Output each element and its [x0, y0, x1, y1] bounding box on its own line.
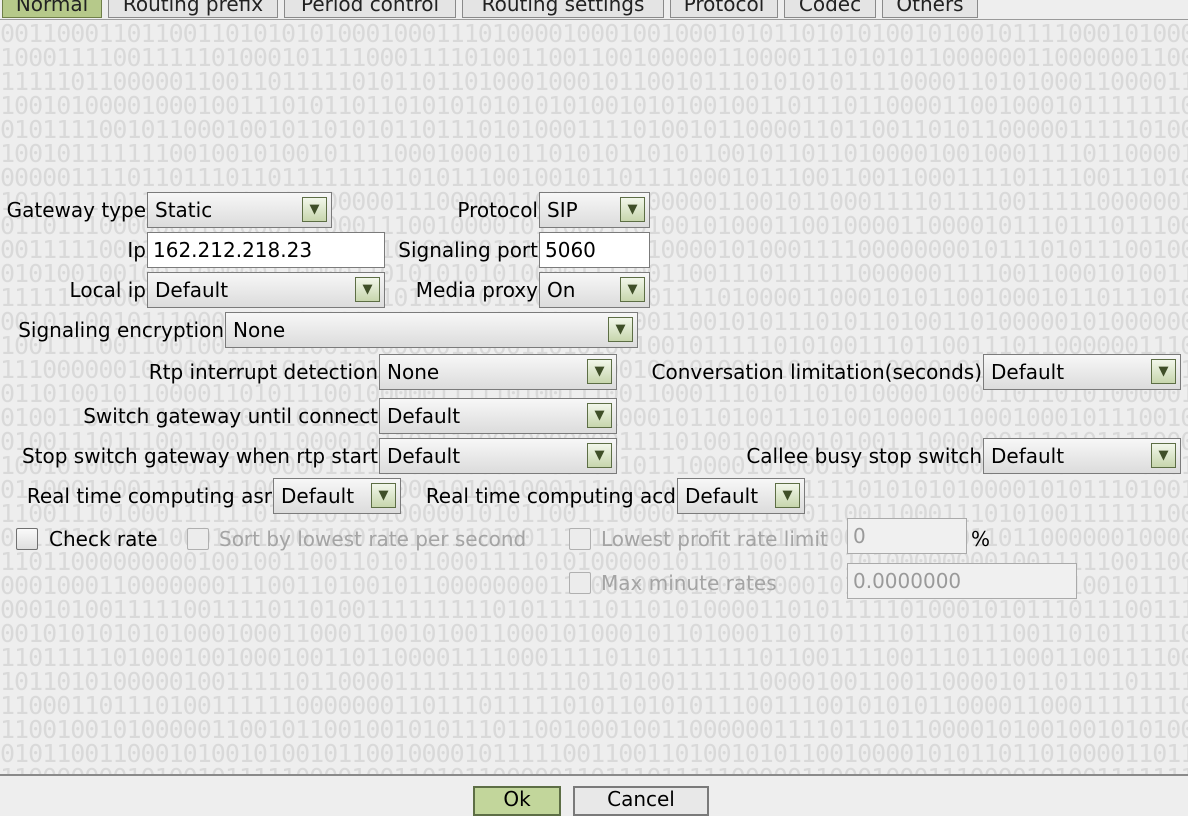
real-time-asr-select[interactable]: Default ▼	[273, 478, 401, 514]
real-time-asr-label: Real time computing asr	[26, 484, 272, 508]
conversation-limitation-select[interactable]: Default ▼	[983, 354, 1181, 390]
max-minute-rates-checkbox[interactable]	[569, 572, 591, 594]
ip-input[interactable]: 162.212.218.23	[147, 232, 385, 268]
signaling-encryption-select[interactable]: None ▼	[225, 312, 638, 348]
gateway-type-select[interactable]: Static ▼	[147, 192, 332, 228]
real-time-acd-select[interactable]: Default ▼	[677, 478, 805, 514]
conversation-limitation-value: Default	[991, 360, 1065, 384]
max-minute-rates-input[interactable]: 0.0000000	[847, 563, 1077, 599]
chevron-down-icon[interactable]: ▼	[371, 483, 396, 508]
media-proxy-value: On	[547, 278, 576, 302]
callee-busy-stop-switch-value: Default	[991, 444, 1065, 468]
real-time-acd-label: Real time computing acd	[425, 484, 676, 508]
real-time-asr-value: Default	[281, 484, 355, 508]
chevron-down-icon[interactable]: ▼	[608, 317, 633, 342]
lowest-profit-rate-limit-label: Lowest profit rate limit	[601, 527, 828, 551]
switch-gateway-until-connect-label: Switch gateway until connect	[83, 404, 378, 428]
tab-period-control[interactable]: Period control	[284, 0, 456, 18]
lowest-profit-rate-limit-checkbox[interactable]	[569, 528, 591, 550]
switch-gateway-until-connect-value: Default	[387, 404, 461, 428]
stop-switch-gateway-select[interactable]: Default ▼	[379, 438, 617, 474]
percent-label: %	[971, 527, 991, 551]
signaling-encryption-label: Signaling encryption	[18, 318, 224, 342]
local-ip-value: Default	[155, 278, 229, 302]
tab-normal[interactable]: Normal	[2, 0, 102, 18]
stop-switch-gateway-label: Stop switch gateway when rtp start	[21, 444, 378, 468]
local-ip-label: Local ip	[69, 278, 146, 302]
max-minute-rates-label: Max minute rates	[601, 571, 777, 595]
sort-by-lowest-rate-label: Sort by lowest rate per second	[219, 527, 527, 551]
signaling-port-input[interactable]: 5060	[539, 232, 650, 268]
signaling-encryption-value: None	[233, 318, 286, 342]
cancel-button[interactable]: Cancel	[573, 786, 709, 816]
protocol-value: SIP	[547, 198, 578, 222]
sort-by-lowest-rate-checkbox[interactable]	[187, 528, 209, 550]
chevron-down-icon[interactable]: ▼	[620, 277, 645, 302]
chevron-down-icon[interactable]: ▼	[1151, 359, 1176, 384]
chevron-down-icon[interactable]: ▼	[620, 197, 645, 222]
tab-routing-prefix[interactable]: Routing prefix	[108, 0, 278, 18]
lowest-profit-rate-input[interactable]: 0	[847, 518, 967, 554]
rtp-interrupt-detection-value: None	[387, 360, 440, 384]
callee-busy-stop-switch-label: Callee busy stop switch	[746, 444, 982, 468]
media-proxy-select[interactable]: On ▼	[539, 272, 650, 308]
chevron-down-icon[interactable]: ▼	[775, 483, 800, 508]
tab-protocol[interactable]: Protocol	[670, 0, 778, 18]
chevron-down-icon[interactable]: ▼	[355, 277, 380, 302]
protocol-label: Protocol	[457, 198, 538, 222]
real-time-acd-value: Default	[685, 484, 759, 508]
chevron-down-icon[interactable]: ▼	[302, 197, 327, 222]
signaling-port-label: Signaling port	[398, 238, 538, 262]
rtp-interrupt-detection-label: Rtp interrupt detection	[148, 360, 378, 384]
callee-busy-stop-switch-select[interactable]: Default ▼	[983, 438, 1181, 474]
check-rate-label: Check rate	[49, 527, 158, 551]
tab-codec[interactable]: Codec	[784, 0, 876, 18]
chevron-down-icon[interactable]: ▼	[587, 443, 612, 468]
gateway-type-value: Static	[155, 198, 213, 222]
conversation-limitation-label: Conversation limitation(seconds)	[651, 360, 983, 384]
tab-others[interactable]: Others	[882, 0, 978, 18]
local-ip-select[interactable]: Default ▼	[147, 272, 385, 308]
tab-routing-settings[interactable]: Routing settings	[462, 0, 664, 18]
chevron-down-icon[interactable]: ▼	[587, 359, 612, 384]
chevron-down-icon[interactable]: ▼	[587, 403, 612, 428]
rtp-interrupt-detection-select[interactable]: None ▼	[379, 354, 617, 390]
check-rate-checkbox[interactable]	[16, 528, 38, 550]
chevron-down-icon[interactable]: ▼	[1151, 443, 1176, 468]
ip-label: Ip	[127, 238, 146, 262]
protocol-select[interactable]: SIP ▼	[539, 192, 650, 228]
ok-button[interactable]: Ok	[473, 786, 561, 816]
gateway-type-label: Gateway type	[6, 198, 146, 222]
footer-divider	[0, 774, 1188, 776]
tab-divider	[0, 19, 1188, 20]
switch-gateway-until-connect-select[interactable]: Default ▼	[379, 398, 617, 434]
stop-switch-gateway-value: Default	[387, 444, 461, 468]
media-proxy-label: Media proxy	[415, 278, 538, 302]
